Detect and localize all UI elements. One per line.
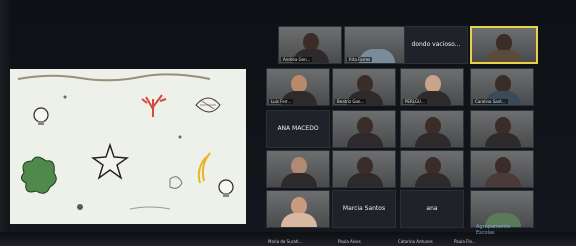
- participant-tile[interactable]: Rita Farres: [344, 26, 408, 64]
- participant-body: [281, 173, 317, 187]
- feather-drawing: [197, 152, 211, 184]
- participant-tile[interactable]: [332, 150, 396, 188]
- participant-name: ANA MACEDO: [277, 125, 319, 132]
- watermark: Agrupamento Escolas: [476, 224, 510, 236]
- participant-body: [281, 213, 317, 227]
- participant-body: [347, 173, 383, 187]
- lightbulb-icon: [33, 107, 49, 125]
- participant-tile[interactable]: Beatriz Gon...: [332, 68, 396, 106]
- participant-tile[interactable]: Luis Ferr...: [266, 68, 330, 106]
- participant-label: Andrea Gen...: [281, 57, 313, 62]
- seaside-drawing: [17, 73, 234, 210]
- participant-name: Paula Flo...: [454, 239, 476, 244]
- participant-tile[interactable]: [470, 190, 534, 228]
- participant-tile[interactable]: Marcia Santos: [332, 190, 396, 228]
- participant-gallery: Andrea Gen... Rita Farres dondo vacioso.…: [262, 22, 546, 232]
- participant-tile[interactable]: Carolina Sant...: [470, 68, 534, 106]
- seaweed-drawing: [20, 156, 57, 194]
- participant-tile[interactable]: [470, 150, 534, 188]
- participant-label: Carolina Sant...: [473, 99, 508, 104]
- participant-name: Marcia Santos: [342, 205, 386, 212]
- participant-tile[interactable]: [266, 150, 330, 188]
- participant-body: [415, 133, 451, 147]
- lightbulb-icon: [218, 179, 234, 197]
- participant-name: Paula Alves: [338, 239, 361, 244]
- participant-label: PERLGU...: [403, 99, 427, 104]
- shared-screen: [10, 69, 246, 224]
- participant-name: ana: [426, 205, 438, 212]
- participant-name: Catarina Antunes: [398, 239, 433, 244]
- participant-body: [347, 133, 383, 147]
- participant-label: Rita Farres: [347, 57, 373, 62]
- shell-drawing: [195, 97, 221, 113]
- participant-tile[interactable]: [470, 110, 534, 148]
- participant-label: Luis Ferr...: [269, 99, 294, 104]
- participant-tile[interactable]: [332, 110, 396, 148]
- participant-tile-active-speaker[interactable]: [470, 26, 538, 64]
- watermark-line: Escolas: [476, 230, 495, 236]
- participant-tile[interactable]: ana: [400, 190, 464, 228]
- participant-tile[interactable]: dondo vacioso...: [404, 26, 468, 64]
- participant-tile[interactable]: [266, 190, 330, 228]
- participant-tile[interactable]: PERLGU...: [400, 68, 464, 106]
- participant-tile[interactable]: [400, 110, 464, 148]
- participant-tile[interactable]: [400, 150, 464, 188]
- participant-body: [485, 173, 521, 187]
- participant-name: Maria de Surati...: [268, 239, 303, 244]
- participant-tile[interactable]: ANA MACEDO: [266, 110, 330, 148]
- participant-tile[interactable]: Andrea Gen...: [278, 26, 342, 64]
- participant-name: dondo vacioso...: [411, 41, 461, 48]
- monitor-bezel: [0, 0, 10, 246]
- participant-body: [486, 50, 522, 62]
- starfish-drawing: [90, 142, 130, 180]
- participant-body: [415, 173, 451, 187]
- coral-drawing: [141, 94, 167, 117]
- participant-body: [485, 133, 521, 147]
- participant-label: Beatriz Gon...: [335, 99, 367, 104]
